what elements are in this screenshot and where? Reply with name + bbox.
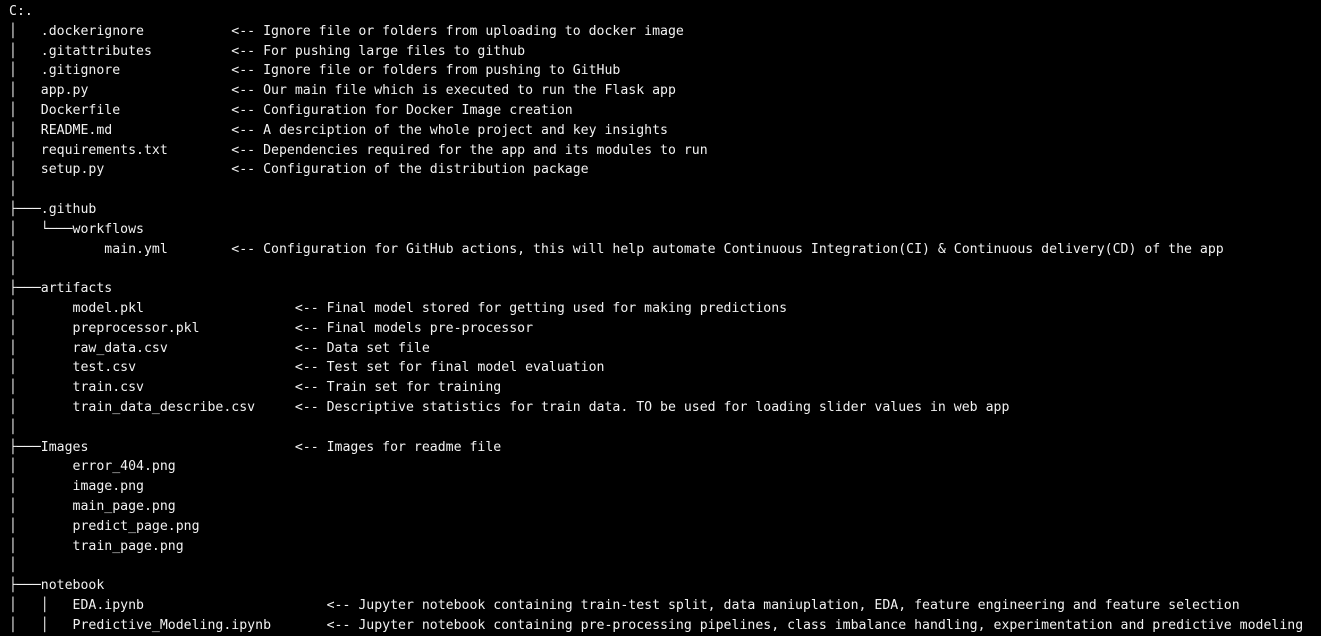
tree-line-train-csv: │ train.csv <-- Train set for training: [9, 380, 502, 396]
tree-line-eda-ipynb: │ │ EDA.ipynb <-- Jupyter notebook conta…: [9, 597, 1240, 613]
tree-line-gitignore: │ .gitignore <-- Ignore file or folders …: [9, 63, 621, 79]
tree-line-main-page-png: │ main_page.png: [9, 498, 176, 514]
tree-line-model-pkl: │ model.pkl <-- Final model stored for g…: [9, 300, 788, 316]
tree-line-main-yml: │ main.yml <-- Configuration for GitHub …: [9, 241, 1224, 257]
tree-connector: │: [9, 558, 17, 574]
tree-connector: │: [9, 182, 17, 198]
tree-line-raw-data-csv: │ raw_data.csv <-- Data set file: [9, 340, 430, 356]
tree-folder-notebook: ├───notebook: [9, 578, 105, 594]
tree-folder-artifacts: ├───artifacts: [9, 281, 113, 297]
tree-connector: │: [9, 261, 17, 277]
tree-line-predictive-modeling-ipynb: │ │ Predictive_Modeling.ipynb <-- Jupyte…: [9, 617, 1304, 633]
tree-line-test-csv: │ test.csv <-- Test set for final model …: [9, 360, 605, 376]
tree-folder-images: ├───Images <-- Images for readme file: [9, 439, 502, 455]
tree-line-app-py: │ app.py <-- Our main file which is exec…: [9, 83, 676, 99]
tree-line-preprocessor-pkl: │ preprocessor.pkl <-- Final models pre-…: [9, 320, 534, 336]
tree-line-predict-page-png: │ predict_page.png: [9, 518, 200, 534]
tree-line-train-data-describe-csv: │ train_data_describe.csv <-- Descriptiv…: [9, 399, 1010, 415]
tree-line-image-png: │ image.png: [9, 479, 144, 495]
tree-line-train-page-png: │ train_page.png: [9, 538, 184, 554]
tree-line-requirements: │ requirements.txt <-- Dependencies requ…: [9, 142, 708, 158]
tree-line-gitattributes: │ .gitattributes <-- For pushing large f…: [9, 43, 526, 59]
root-drive-line: C:.: [9, 4, 33, 19]
tree-line-dockerignore: │ .dockerignore <-- Ignore file or folde…: [9, 23, 684, 39]
tree-folder-github: ├───.github: [9, 201, 97, 217]
tree-line-error-404-png: │ error_404.png: [9, 459, 176, 475]
tree-line-setup-py: │ setup.py <-- Configuration of the dist…: [9, 162, 589, 178]
tree-folder-workflows: │ └───workflows: [9, 221, 144, 237]
tree-connector: │: [9, 419, 17, 435]
terminal-output[interactable]: C:. │ .dockerignore <-- Ignore file or f…: [9, 2, 1321, 636]
tree-line-readme: │ README.md <-- A desrciption of the who…: [9, 122, 668, 138]
tree-line-dockerfile: │ Dockerfile <-- Configuration for Docke…: [9, 102, 573, 118]
